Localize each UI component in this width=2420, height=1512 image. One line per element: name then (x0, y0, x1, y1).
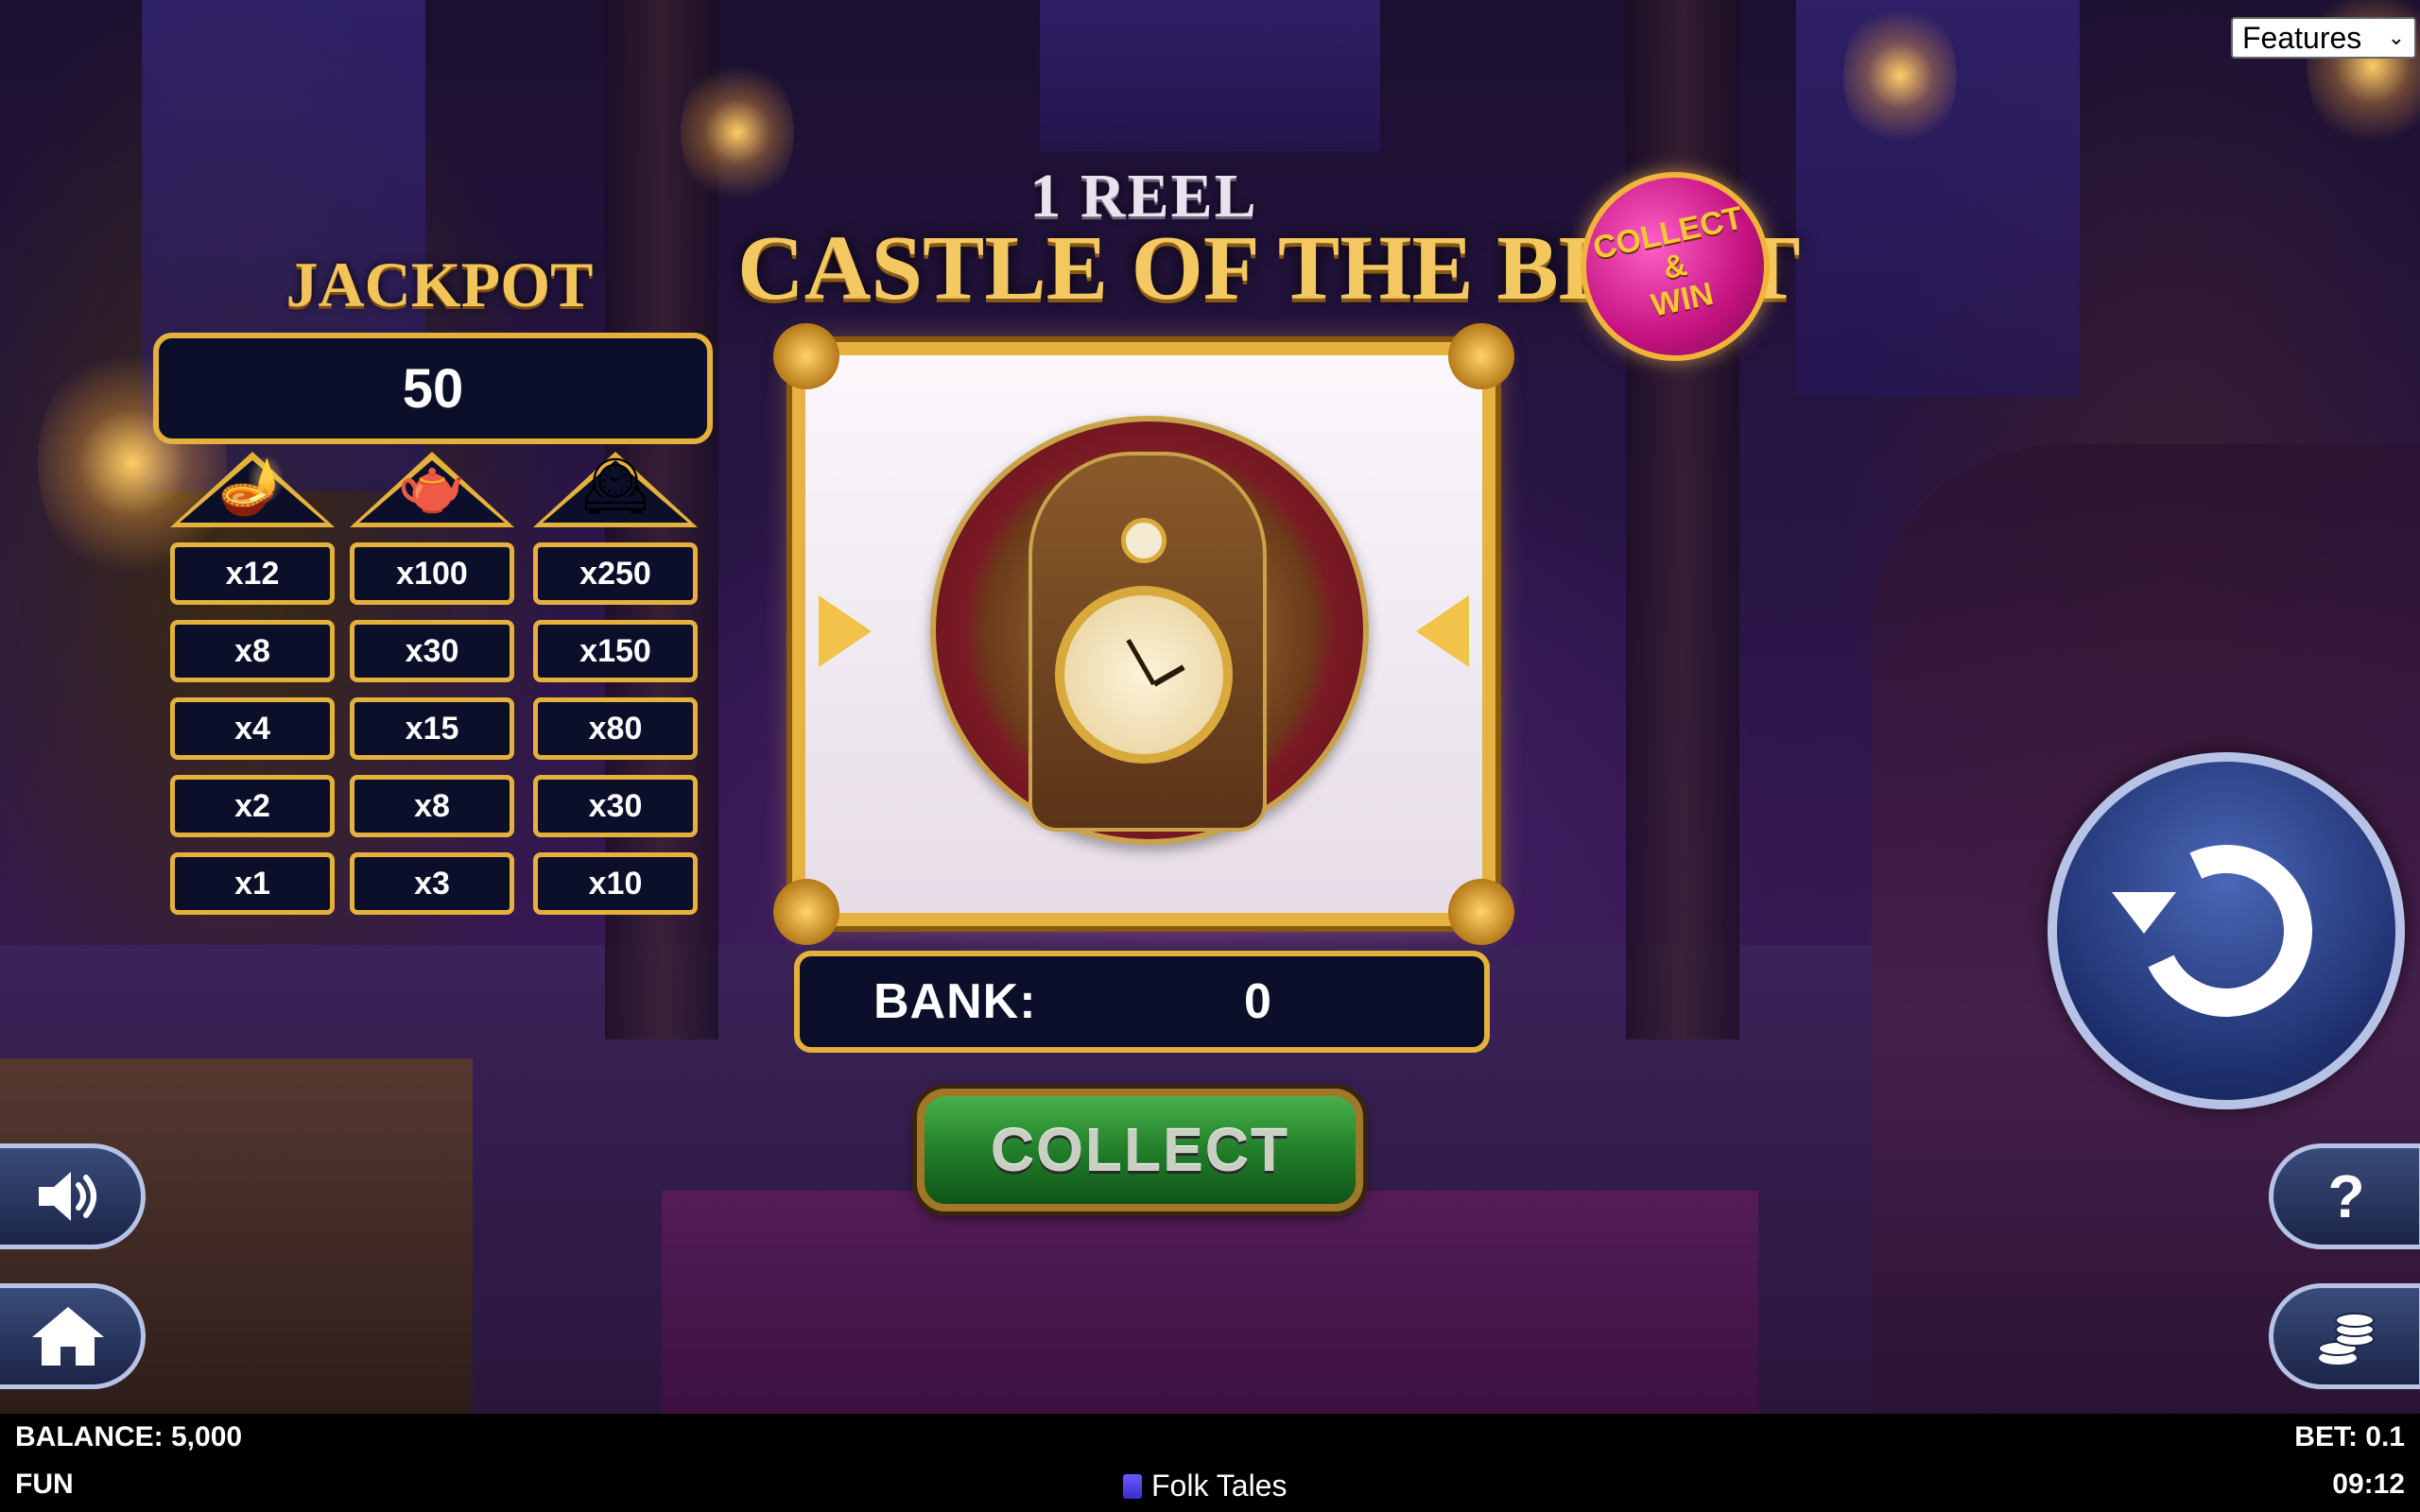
paytable-cell: x15 (350, 697, 514, 760)
frame-ornament (773, 879, 839, 945)
chevron-down-icon: ⌄ (2387, 26, 2405, 49)
bet-button[interactable] (2269, 1283, 2420, 1389)
paytable-cell: x30 (350, 620, 514, 682)
clock-icon: 🕰 (580, 455, 650, 517)
paytable-cell: x4 (170, 697, 335, 760)
badge-line: WIN (1648, 275, 1717, 324)
frame-ornament (1448, 323, 1514, 389)
frame-ornament (773, 323, 839, 389)
paytable-cell: x250 (533, 542, 698, 605)
help-button[interactable]: ? (2269, 1143, 2420, 1249)
paytable-cell: x3 (350, 852, 514, 915)
sound-button[interactable] (0, 1143, 146, 1249)
bank-panel: BANK: 0 (794, 951, 1490, 1053)
candle-lamp-icon: 🪔 (217, 455, 287, 517)
brand-label: Folk Tales (1123, 1469, 1287, 1503)
paytable-cell: x100 (350, 542, 514, 605)
candle-glow (681, 57, 794, 208)
paytable-symbol: 🪔 (170, 437, 335, 527)
bank-value: 0 (1244, 974, 1271, 1029)
brand-logo-icon (1123, 1473, 1142, 1499)
paytable-cell: x2 (170, 775, 335, 837)
bank-label: BANK: (873, 974, 1037, 1029)
game-title: CASTLE OF THE BEAST (737, 217, 1801, 319)
paytable-column-candle: 🪔 x12 x8 x4 x2 x1 (170, 437, 335, 915)
paytable-cell: x1 (170, 852, 335, 915)
features-select-value: Features (2242, 20, 2362, 55)
window-center (1040, 0, 1380, 151)
balance-label: BALANCE: 5,000 (15, 1421, 243, 1452)
spin-arrow-icon (2112, 892, 2176, 934)
status-bar: BALANCE: 5,000 FUN Folk Tales BET: 0.1 0… (0, 1414, 2420, 1512)
pillar (1626, 0, 1739, 1040)
paytable-symbol: 🫖 (350, 437, 514, 527)
speaker-icon (39, 1172, 96, 1221)
reel-pointer-left-icon (819, 595, 872, 667)
coins-icon (2318, 1313, 2375, 1365)
teapot-icon: 🫖 (397, 455, 467, 517)
paytable-column-teapot: 🫖 x100 x30 x15 x8 x3 (350, 437, 514, 915)
bet-label: BET: 0.1 (2294, 1421, 2405, 1452)
paytable-cell: x80 (533, 697, 698, 760)
paytable-symbol: 🕰 (533, 437, 698, 527)
reel-pointer-right-icon (1416, 595, 1469, 667)
paytable-cell: x8 (170, 620, 335, 682)
collect-and-win-badge: COLLECT & WIN (1563, 154, 1788, 379)
help-icon: ? (2327, 1162, 2365, 1230)
collect-button[interactable]: COLLECT (917, 1089, 1363, 1211)
paytable-cell: x8 (350, 775, 514, 837)
mode-label: FUN (15, 1469, 74, 1500)
jackpot-value-box: 50 (153, 333, 713, 444)
paytable-cell: x150 (533, 620, 698, 682)
jackpot-label: JACKPOT (285, 249, 594, 320)
paytable-cell: x30 (533, 775, 698, 837)
home-icon (32, 1307, 104, 1366)
home-button[interactable] (0, 1283, 146, 1389)
jackpot-value: 50 (402, 357, 464, 420)
features-select[interactable]: Features ⌄ (2231, 17, 2416, 59)
spin-button[interactable] (2048, 752, 2405, 1109)
paytable-column-clock: 🕰 x250 x150 x80 x30 x10 (533, 437, 698, 915)
brand-name: Folk Tales (1151, 1469, 1288, 1503)
frame-ornament (1448, 879, 1514, 945)
clock-time: 09:12 (2332, 1469, 2405, 1500)
paytable-cell: x10 (533, 852, 698, 915)
candle-glow (1843, 0, 1957, 151)
paytable-cell: x12 (170, 542, 335, 605)
carpet (662, 1191, 1758, 1418)
